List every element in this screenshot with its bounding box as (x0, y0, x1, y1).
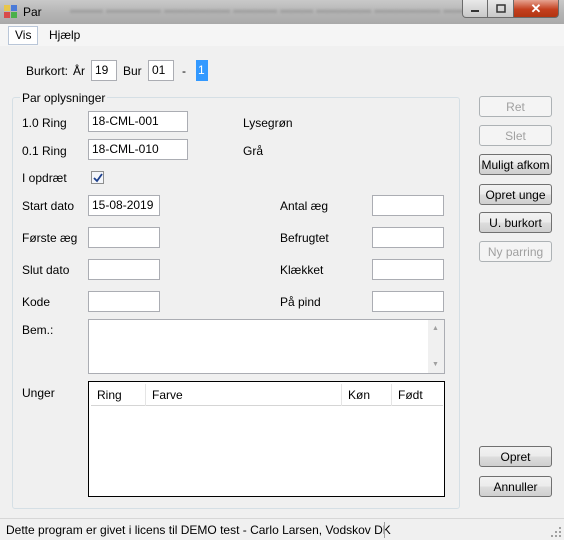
burkort-dash: - (182, 64, 186, 78)
eggs-input[interactable] (372, 195, 444, 216)
checkmark-icon (92, 172, 103, 182)
col-farve[interactable]: Farve (146, 384, 342, 406)
start-date-input[interactable]: 15-08-2019 (88, 195, 160, 216)
end-date-label: Slut dato (22, 263, 70, 277)
col-fodt[interactable]: Født (392, 384, 443, 406)
menu-bar: Vis Hjælp (0, 24, 564, 46)
breeding-checkbox[interactable] (91, 171, 104, 184)
end-date-input[interactable] (88, 259, 160, 280)
ring2-color: Grå (243, 144, 264, 158)
first-egg-label: Første æg (22, 231, 78, 245)
col-ring[interactable]: Ring (91, 384, 146, 406)
start-date-label: Start dato (22, 199, 75, 213)
ring1-input[interactable]: 18-CML-001 (88, 111, 188, 132)
ny-parring-button[interactable]: Ny parring (479, 241, 552, 262)
young-list[interactable]: Ring Farve Køn Født (88, 381, 445, 497)
ret-button[interactable]: Ret (479, 96, 552, 117)
ring2-label: 0.1 Ring (22, 144, 67, 158)
maximize-icon (495, 3, 506, 13)
window-title: Par (23, 5, 42, 19)
menu-vis[interactable]: Vis (8, 26, 39, 45)
hatched-input[interactable] (372, 259, 444, 280)
pair-info-legend: Par oplysninger (20, 91, 108, 105)
scroll-down-icon[interactable]: ▼ (432, 361, 439, 368)
annuller-button[interactable]: Annuller (479, 476, 552, 497)
fledged-input[interactable] (372, 291, 444, 312)
muligt-afkom-button[interactable]: Muligt afkom (479, 154, 552, 175)
burkort-label: Burkort: (26, 64, 69, 78)
remarks-textarea[interactable]: ▲ ▼ (88, 319, 445, 374)
minimize-icon (471, 9, 479, 12)
license-text: Dette program er givet i licens til DEMO… (6, 523, 391, 537)
ring2-input[interactable]: 18-CML-010 (88, 139, 188, 160)
cage-label: Bur (123, 64, 142, 78)
first-egg-input[interactable] (88, 227, 160, 248)
ring1-color: Lysegrøn (243, 116, 293, 130)
ring1-label: 1.0 Ring (22, 116, 67, 130)
menu-hjaelp[interactable]: Hjælp (43, 28, 86, 42)
status-bar: Dette program er givet i licens til DEMO… (0, 518, 564, 540)
remarks-scrollbar[interactable]: ▲ ▼ (428, 320, 444, 373)
fertilized-input[interactable] (372, 227, 444, 248)
fledged-label: På pind (280, 295, 321, 309)
opret-unge-button[interactable]: Opret unge (479, 184, 552, 205)
resize-grip-icon[interactable] (551, 527, 561, 537)
young-list-header: Ring Farve Køn Født (91, 384, 443, 406)
cage-input[interactable]: 01 (148, 60, 174, 81)
title-bar: ▬▬▬ ▬▬▬▬▬ ▬▬▬▬▬▬ ▬▬▬▬ ▬▬▬ ▬▬▬▬▬ ▬▬▬▬▬▬ ▬… (0, 0, 564, 24)
code-input[interactable] (88, 291, 160, 312)
opret-button[interactable]: Opret (479, 446, 552, 467)
u-burkort-button[interactable]: U. burkort (479, 212, 552, 233)
close-icon: ✕ (530, 0, 542, 16)
slot-input[interactable]: 1 (196, 60, 208, 81)
eggs-label: Antal æg (280, 199, 329, 213)
year-input[interactable]: 19 (91, 60, 117, 81)
scroll-up-icon[interactable]: ▲ (432, 325, 439, 332)
code-label: Kode (22, 295, 51, 309)
hatched-label: Klækket (280, 263, 324, 277)
slet-button[interactable]: Slet (479, 125, 552, 146)
year-label: År (73, 64, 85, 78)
maximize-button[interactable] (488, 0, 514, 18)
status-separator (384, 522, 385, 538)
breeding-label: I opdræt (22, 171, 67, 185)
close-button[interactable]: ✕ (514, 0, 559, 18)
col-kon[interactable]: Køn (342, 384, 392, 406)
minimize-button[interactable] (462, 0, 488, 18)
remarks-label: Bem.: (22, 323, 54, 337)
young-label: Unger (22, 386, 55, 400)
fertilized-label: Befrugtet (280, 231, 329, 245)
app-icon (4, 5, 20, 19)
